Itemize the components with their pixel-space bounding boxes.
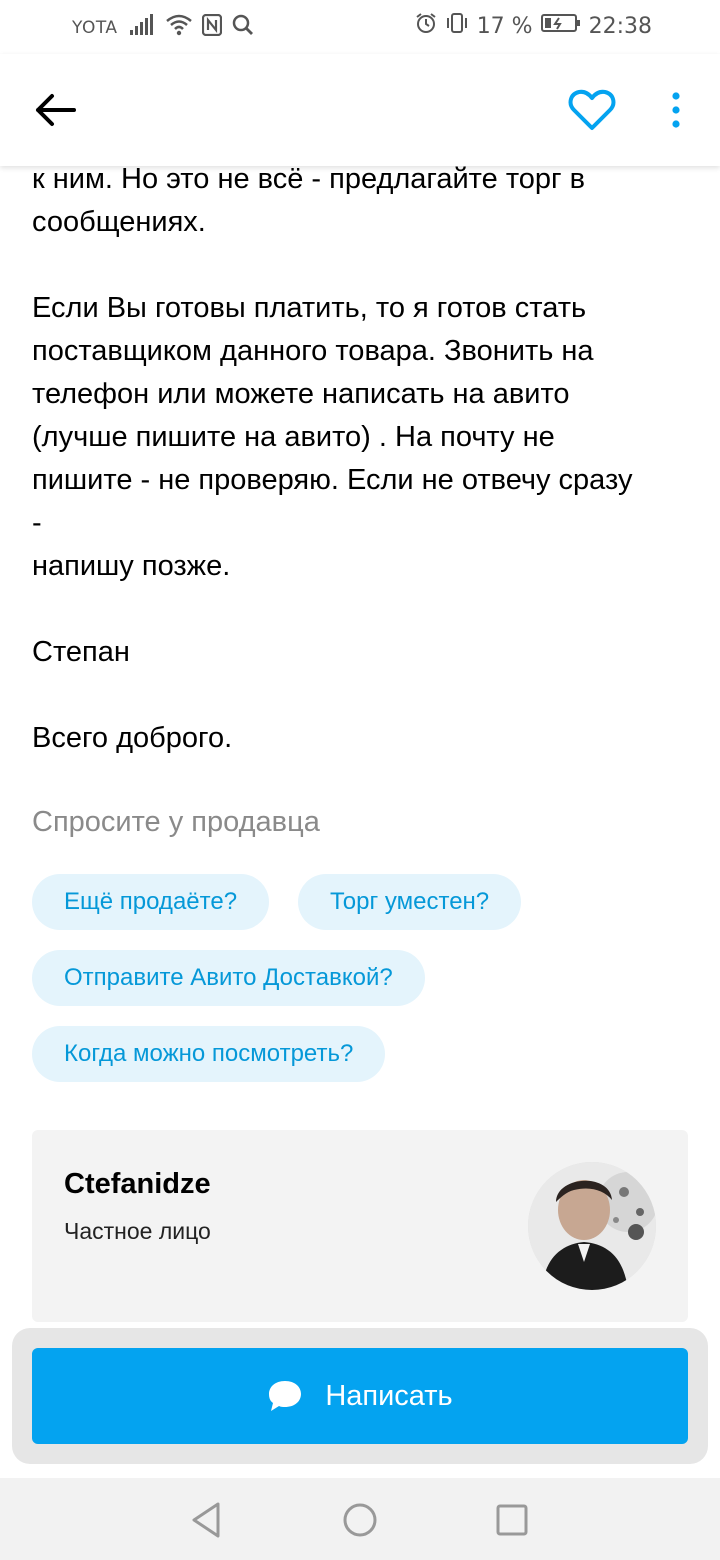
- status-bar: YOTA 17 % 22:38: [0, 0, 720, 54]
- nav-home-button[interactable]: [338, 1498, 382, 1542]
- ask-seller-title: Спросите у продавца: [32, 806, 320, 838]
- seller-photo: [528, 1162, 656, 1290]
- wifi-icon: [165, 14, 192, 42]
- write-button-label: Написать: [325, 1379, 453, 1412]
- more-vert-icon: [672, 92, 680, 128]
- description-line: -: [32, 507, 42, 539]
- description-line: [32, 588, 692, 631]
- nav-back-icon: [192, 1502, 220, 1538]
- description-line: Степан: [32, 636, 130, 668]
- quick-question-chip[interactable]: Отправите Авито Доставкой?: [32, 950, 425, 1006]
- chat-bubble-icon: [269, 1381, 302, 1411]
- avatar[interactable]: [528, 1162, 656, 1290]
- seller-card[interactable]: Ctefanidze Частное лицо: [32, 1130, 688, 1322]
- nav-back-button[interactable]: [186, 1498, 230, 1542]
- nfc-icon: [201, 13, 222, 42]
- battery-percent: 17 %: [476, 13, 533, 39]
- system-nav-bar: [0, 1478, 720, 1560]
- seller-type: Частное лицо: [64, 1218, 211, 1244]
- back-arrow-icon: [36, 94, 76, 126]
- description-line: пишите - не проверяю. Если не отвечу сра…: [32, 464, 633, 496]
- nav-recents-icon: [496, 1504, 528, 1536]
- vibrate-icon: [445, 12, 469, 40]
- quick-question-chip[interactable]: Когда можно посмотреть?: [32, 1026, 386, 1082]
- write-panel: Написать: [12, 1328, 708, 1464]
- alarm-icon: [415, 12, 437, 40]
- screen: YOTA 17 % 22:38 к ним. Но это не всё - п…: [0, 0, 720, 1560]
- nav-recents-button[interactable]: [490, 1498, 534, 1542]
- description-line: поставщиком данного товара. Звонить на: [32, 335, 594, 367]
- description-line: [32, 244, 692, 287]
- more-options-button[interactable]: [660, 90, 692, 134]
- description-line: сообщениях.: [32, 206, 206, 238]
- seller-name[interactable]: Ctefanidze: [64, 1168, 211, 1201]
- description-line: телефон или можете написать на авито: [32, 378, 570, 410]
- app-bar: [0, 54, 720, 166]
- back-button[interactable]: [32, 90, 80, 130]
- description-text: к ним. Но это не всё - предлагайте торг …: [32, 158, 692, 760]
- write-message-button[interactable]: Написать: [32, 1348, 688, 1444]
- battery-icon: [540, 12, 581, 40]
- quick-question-chip[interactable]: Ещё продаёте?: [32, 874, 270, 930]
- status-left: YOTA: [72, 13, 254, 42]
- nav-home-icon: [343, 1503, 377, 1537]
- description-line: Если Вы готовы платить, то я готов стать: [32, 292, 587, 324]
- search-icon: [232, 14, 254, 42]
- favorite-button[interactable]: [568, 88, 616, 132]
- carrier-label: YOTA: [72, 18, 118, 38]
- quick-question-chip[interactable]: Торг уместен?: [298, 874, 522, 930]
- signal-icon: [128, 14, 156, 42]
- status-right: 17 % 22:38: [415, 12, 652, 40]
- clock: 22:38: [588, 13, 652, 39]
- description-line: Всего доброго.: [32, 722, 233, 754]
- heart-icon: [568, 89, 616, 130]
- description-line: [32, 674, 692, 717]
- description-line: (лучше пишите на авито) . На почту не: [32, 421, 555, 453]
- description-line: напишу позже.: [32, 550, 231, 582]
